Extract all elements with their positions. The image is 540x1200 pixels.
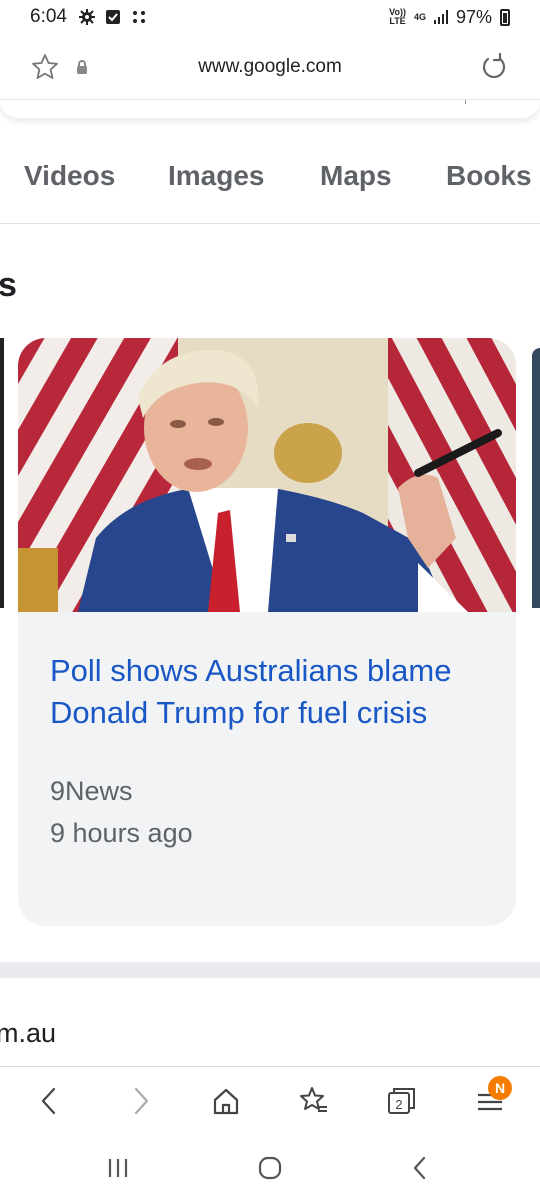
recents-icon[interactable] — [104, 1154, 132, 1182]
status-bar: 6:04 Vo)) LTE 4G 97% — [0, 0, 540, 34]
next-result-url-fragment[interactable]: m.au — [0, 1018, 56, 1049]
system-navigation-bar — [0, 1134, 540, 1200]
battery-icon — [500, 8, 510, 26]
tabs-icon[interactable]: 2 — [386, 1085, 418, 1117]
forward-icon[interactable] — [124, 1085, 156, 1117]
news-thumbnail[interactable] — [18, 338, 516, 612]
bookmarks-icon[interactable] — [298, 1085, 330, 1117]
volte-indicator: Vo)) LTE — [389, 7, 406, 26]
tab-count: 2 — [395, 1097, 402, 1112]
tab-maps[interactable]: Maps — [320, 160, 392, 192]
news-source: 9News — [50, 776, 133, 806]
signal-icon — [433, 10, 448, 24]
url-text[interactable]: www.google.com — [0, 56, 540, 78]
reload-icon[interactable] — [478, 51, 510, 83]
back-icon[interactable] — [34, 1085, 66, 1117]
status-right: Vo)) LTE 4G 97% — [389, 7, 510, 28]
search-header-card — [0, 100, 540, 118]
battery-percent: 97% — [455, 6, 492, 27]
tab-books[interactable]: Books — [446, 160, 532, 192]
data-type-indicator: 4G — [413, 11, 426, 22]
clock: 6:04 — [30, 6, 67, 27]
news-headline-link[interactable]: Poll shows Australians blame Donald Trum… — [50, 650, 500, 734]
dots-icon — [132, 11, 145, 23]
address-bar[interactable]: www.google.com — [0, 34, 540, 100]
tab-images[interactable]: Images — [168, 160, 265, 192]
settings-icon — [78, 9, 95, 25]
home-icon[interactable] — [210, 1085, 242, 1117]
section-divider — [0, 962, 540, 978]
menu-notification-badge: N — [488, 1076, 512, 1100]
news-timestamp: 9 hours ago — [50, 818, 193, 848]
tab-videos[interactable]: Videos — [24, 160, 115, 192]
search-tabs: Videos Images Maps Books — [0, 152, 540, 224]
next-card-edge[interactable] — [532, 348, 540, 608]
notification-icons — [78, 9, 147, 25]
system-back-icon[interactable] — [406, 1154, 434, 1182]
home-circle-icon[interactable] — [256, 1154, 284, 1182]
previous-card-edge[interactable] — [0, 338, 4, 608]
checkbox-icon — [105, 10, 120, 24]
browser-toolbar: 2 — [0, 1066, 540, 1134]
section-heading: s — [0, 266, 17, 304]
news-card[interactable]: Poll shows Australians blame Donald Trum… — [18, 338, 516, 926]
